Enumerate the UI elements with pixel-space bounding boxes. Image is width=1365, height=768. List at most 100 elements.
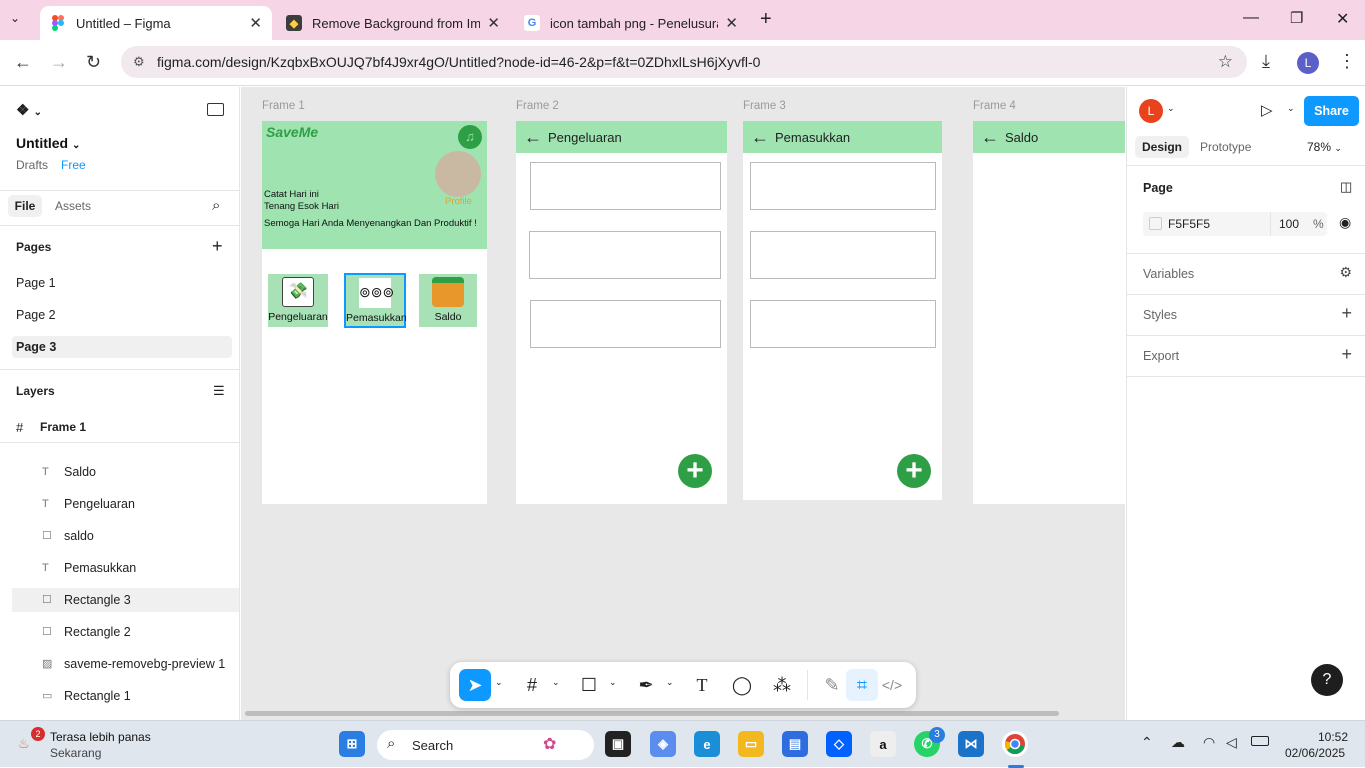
layer-item[interactable]: T Saldo <box>12 460 239 484</box>
page-item[interactable]: Page 1 <box>12 272 232 294</box>
task-view-icon[interactable]: ▣ <box>605 731 631 757</box>
cloud-offline-icon[interactable]: ☁ <box>1171 734 1185 751</box>
tab-figma[interactable]: Untitled – Figma ✕ <box>40 6 272 40</box>
panel-toggle-icon[interactable] <box>207 103 224 116</box>
clock-date[interactable]: 02/06/2025 <box>1285 746 1345 760</box>
frame-2[interactable]: ← Pengeluaran + <box>516 121 727 504</box>
entry-box[interactable] <box>750 231 936 279</box>
resources-tool-icon[interactable]: ⁂ <box>766 669 798 701</box>
variables-settings-icon[interactable]: ⚙ <box>1339 264 1352 281</box>
entry-box[interactable] <box>530 162 721 210</box>
layer-item-hovered[interactable]: ☐ Rectangle 3 <box>12 588 239 612</box>
windows-start-icon[interactable]: ⊞ <box>339 731 365 757</box>
pen-tool-icon[interactable]: ✒ <box>630 669 662 701</box>
layer-item[interactable]: ▭ Rectangle 1 <box>12 684 239 708</box>
copilot-icon[interactable]: ◈ <box>650 731 676 757</box>
layer-item[interactable]: ▨ saveme-removebg-preview 1 <box>12 652 239 676</box>
help-button[interactable]: ? <box>1311 664 1343 696</box>
volume-icon[interactable]: ◁ <box>1226 734 1237 751</box>
url-field[interactable]: ⚙ figma.com/design/KzqbxBxOUJQ7bf4J9xr4g… <box>121 46 1247 78</box>
minimize-icon[interactable]: — <box>1243 9 1259 27</box>
chevron-down-icon[interactable]: ⌄ <box>552 677 560 688</box>
layer-item[interactable]: ☐ Rectangle 2 <box>12 620 239 644</box>
download-icon[interactable]: ⤓ <box>1262 51 1270 72</box>
design-canvas[interactable]: Frame 1 Frame 2 Frame 3 Frame 4 SaveMe ♫… <box>241 87 1125 720</box>
frame-4[interactable]: ← Saldo <box>973 121 1125 504</box>
frame-label[interactable]: Frame 3 <box>743 100 786 112</box>
frame-1[interactable]: SaveMe ♫ Profile Catat Hari ini Tenang E… <box>262 121 487 504</box>
tab-assets[interactable]: Assets <box>55 199 91 213</box>
frame-tool-icon[interactable]: # <box>516 669 548 701</box>
entry-box[interactable] <box>750 162 936 210</box>
chevron-down-icon[interactable]: ⌄ <box>609 677 617 688</box>
close-tab-icon[interactable]: ✕ <box>487 14 500 32</box>
figma-menu-icon[interactable]: ❖ ⌄ <box>16 101 42 119</box>
layer-item[interactable]: T Pemasukkan <box>12 556 239 580</box>
frame-label[interactable]: Frame 4 <box>973 100 1016 112</box>
wifi-icon[interactable]: ◠ <box>1203 734 1215 751</box>
menu-kebab-icon[interactable]: ⋮ <box>1338 51 1356 72</box>
profile-avatar[interactable]: L <box>1297 52 1319 74</box>
rectangle-tool-icon[interactable]: ☐ <box>573 669 605 701</box>
new-tab-icon[interactable]: + <box>760 8 772 31</box>
card-pemasukkan-selected[interactable]: ⊚⊚⊚ Pemasukkan <box>344 273 407 328</box>
add-page-icon[interactable]: + <box>212 236 223 257</box>
page-color-field[interactable]: F5F5F5 100 % <box>1143 212 1327 236</box>
dropbox-icon[interactable]: ◇ <box>826 731 852 757</box>
page-color-value[interactable]: F5F5F5 <box>1168 217 1210 231</box>
search-icon[interactable]: ⌕ <box>212 197 220 214</box>
close-tab-icon[interactable]: ✕ <box>249 14 262 32</box>
draw-mode-icon[interactable]: ✎ <box>816 669 848 701</box>
store-icon[interactable]: ▤ <box>782 731 808 757</box>
color-swatch[interactable] <box>1149 217 1162 230</box>
close-tab-icon[interactable]: ✕ <box>725 14 738 32</box>
clock-time[interactable]: 10:52 <box>1318 730 1348 744</box>
chevron-down-icon[interactable]: ⌄ <box>495 677 503 688</box>
page-item-selected[interactable]: Page 3 <box>12 336 232 358</box>
text-tool-icon[interactable]: T <box>686 669 718 701</box>
tab-search-chevron-icon[interactable]: ⌄ <box>10 11 20 25</box>
chevron-down-icon[interactable]: ⌄ <box>666 677 674 688</box>
forward-icon[interactable]: → <box>50 52 68 73</box>
card-pengeluaran[interactable]: 💸 Pengeluaran <box>268 274 328 327</box>
frame-3[interactable]: ← Pemasukkan + <box>743 121 942 500</box>
layer-item[interactable]: ☐ saldo <box>12 524 239 548</box>
dev-mode-icon[interactable]: </> <box>876 669 908 701</box>
amazon-icon[interactable]: a <box>870 731 896 757</box>
horizontal-scrollbar[interactable] <box>245 711 1059 716</box>
vscode-icon[interactable]: ⋈ <box>958 731 984 757</box>
add-style-icon[interactable]: + <box>1341 303 1352 324</box>
chrome-icon[interactable] <box>1002 731 1028 757</box>
card-saldo[interactable]: Saldo <box>419 274 477 327</box>
file-title[interactable]: Untitled ⌄ <box>16 135 80 151</box>
chevron-up-icon[interactable]: ⌃ <box>1141 734 1153 751</box>
entry-box[interactable] <box>529 231 721 279</box>
visibility-eye-icon[interactable]: ◉ <box>1339 214 1351 231</box>
frame-label[interactable]: Frame 2 <box>516 100 559 112</box>
tab-file[interactable]: File <box>8 195 42 217</box>
close-window-icon[interactable]: ✕ <box>1336 9 1349 29</box>
frame-layer[interactable]: Frame 1 <box>40 420 86 434</box>
add-button[interactable]: + <box>897 454 931 488</box>
weather-title[interactable]: Terasa lebih panas <box>50 730 151 744</box>
tab-removebg[interactable]: ◆ Remove Background from Imag ✕ <box>276 6 510 40</box>
site-info-icon[interactable]: ⚙ <box>133 54 145 70</box>
layer-item[interactable]: T Pengeluaran <box>12 492 239 516</box>
styles-grid-icon[interactable]: ◫ <box>1340 179 1352 195</box>
edge-icon[interactable]: e <box>694 731 720 757</box>
page-item[interactable]: Page 2 <box>12 304 232 326</box>
weather-icon[interactable]: ♨ <box>18 736 30 752</box>
move-tool-icon[interactable]: ➤ <box>459 669 491 701</box>
page-opacity-value[interactable]: 100 <box>1279 217 1299 231</box>
file-explorer-icon[interactable]: ▭ <box>738 731 764 757</box>
design-mode-icon[interactable]: ⌗ <box>846 669 878 701</box>
tab-google[interactable]: G icon tambah png - Penelusuran ✕ <box>514 6 748 40</box>
bookmark-star-icon[interactable]: ☆ <box>1218 52 1233 72</box>
variables-label[interactable]: Variables <box>1143 267 1194 281</box>
frame-label[interactable]: Frame 1 <box>262 100 305 112</box>
back-icon[interactable]: ← <box>14 52 32 73</box>
add-export-icon[interactable]: + <box>1341 344 1352 365</box>
drafts-label[interactable]: Drafts <box>16 158 48 172</box>
taskbar-search[interactable]: ⌕ Search ✿ <box>377 730 594 760</box>
add-button[interactable]: + <box>678 454 712 488</box>
